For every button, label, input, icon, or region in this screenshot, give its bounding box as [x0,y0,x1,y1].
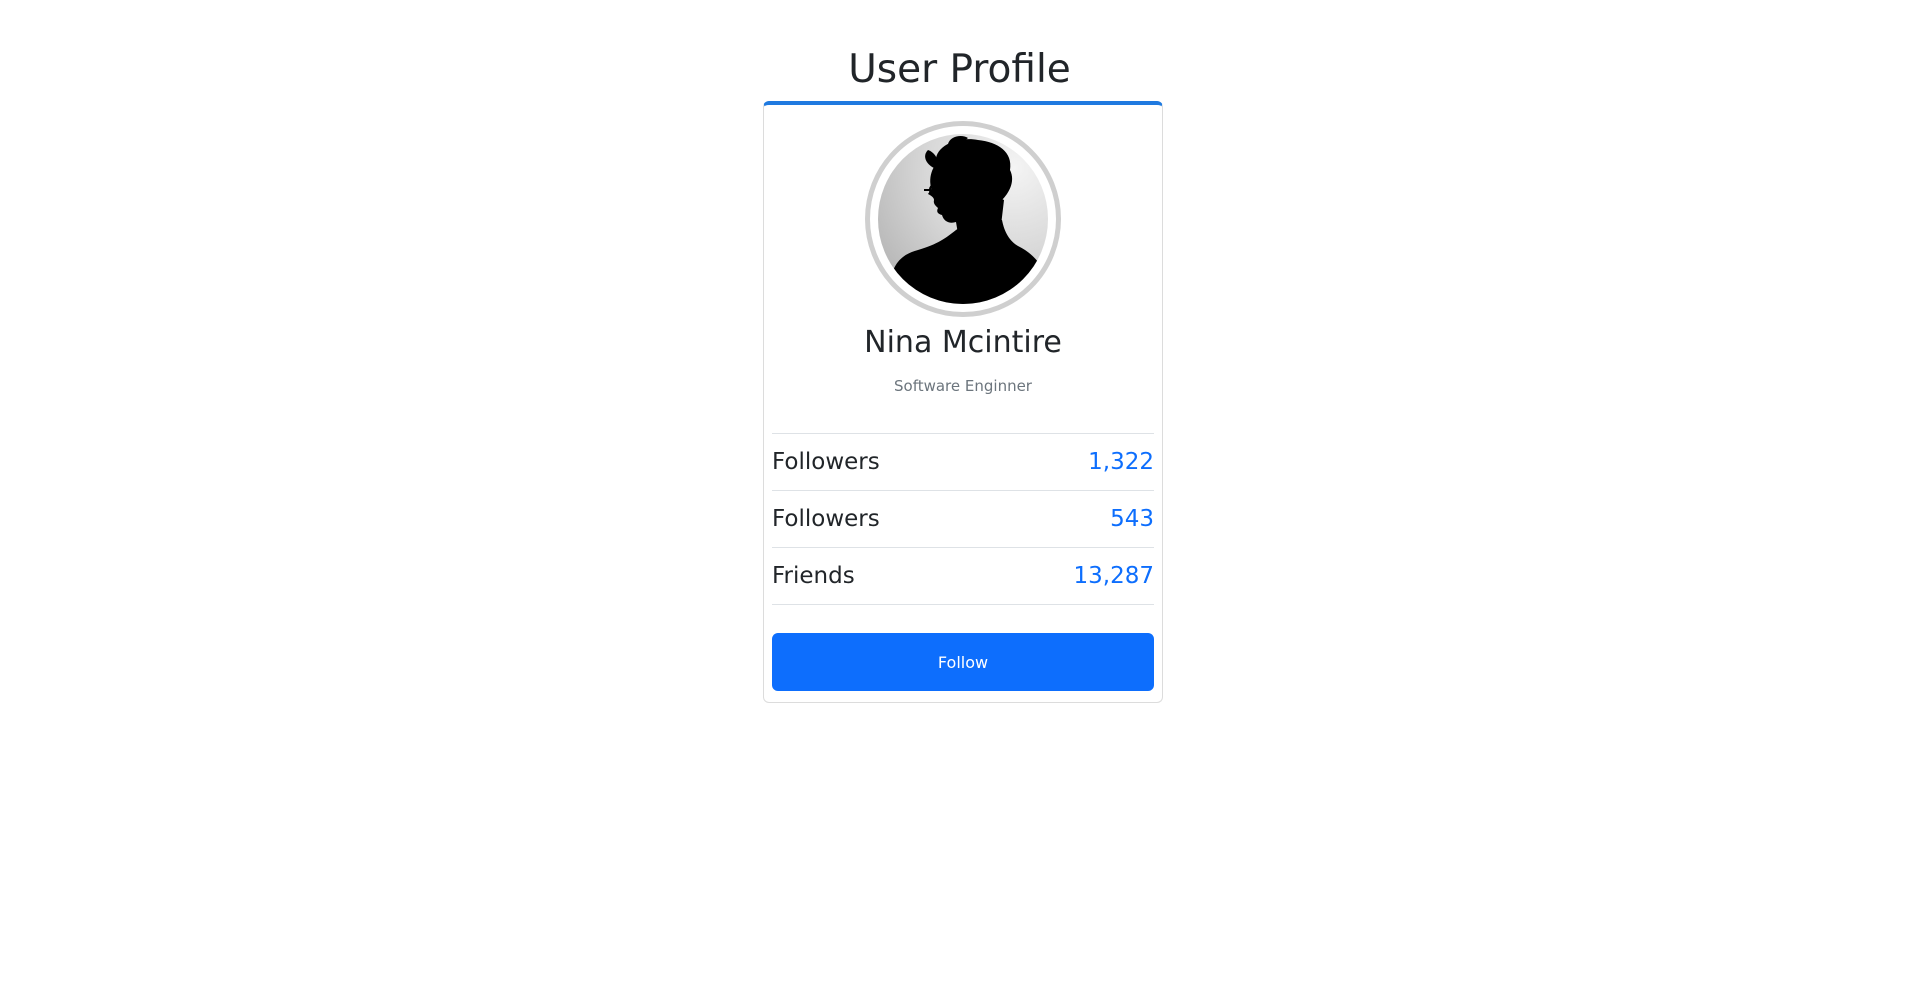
avatar [865,121,1061,317]
stat-value: 13,287 [1073,563,1154,589]
stat-value: 1,322 [1088,449,1154,475]
stat-label: Followers [772,449,880,475]
user-role: Software Enginner [894,377,1032,395]
stat-row-followers: Followers 1,322 [772,434,1154,491]
stat-row-followers-secondary: Followers 543 [772,491,1154,548]
avatar-image [878,134,1048,304]
stat-row-friends: Friends 13,287 [772,548,1154,605]
stat-value: 543 [1110,506,1154,532]
profile-card: Nina Mcintire Software Enginner Follower… [763,101,1163,703]
stat-label: Friends [772,563,855,589]
stat-label: Followers [772,506,880,532]
user-name: Nina Mcintire [864,325,1062,360]
stats-list: Followers 1,322 Followers 543 Friends 13… [772,433,1154,605]
page-title: User Profile [848,47,1071,92]
follow-button[interactable]: Follow [772,633,1154,691]
silhouette-icon [890,136,1048,304]
